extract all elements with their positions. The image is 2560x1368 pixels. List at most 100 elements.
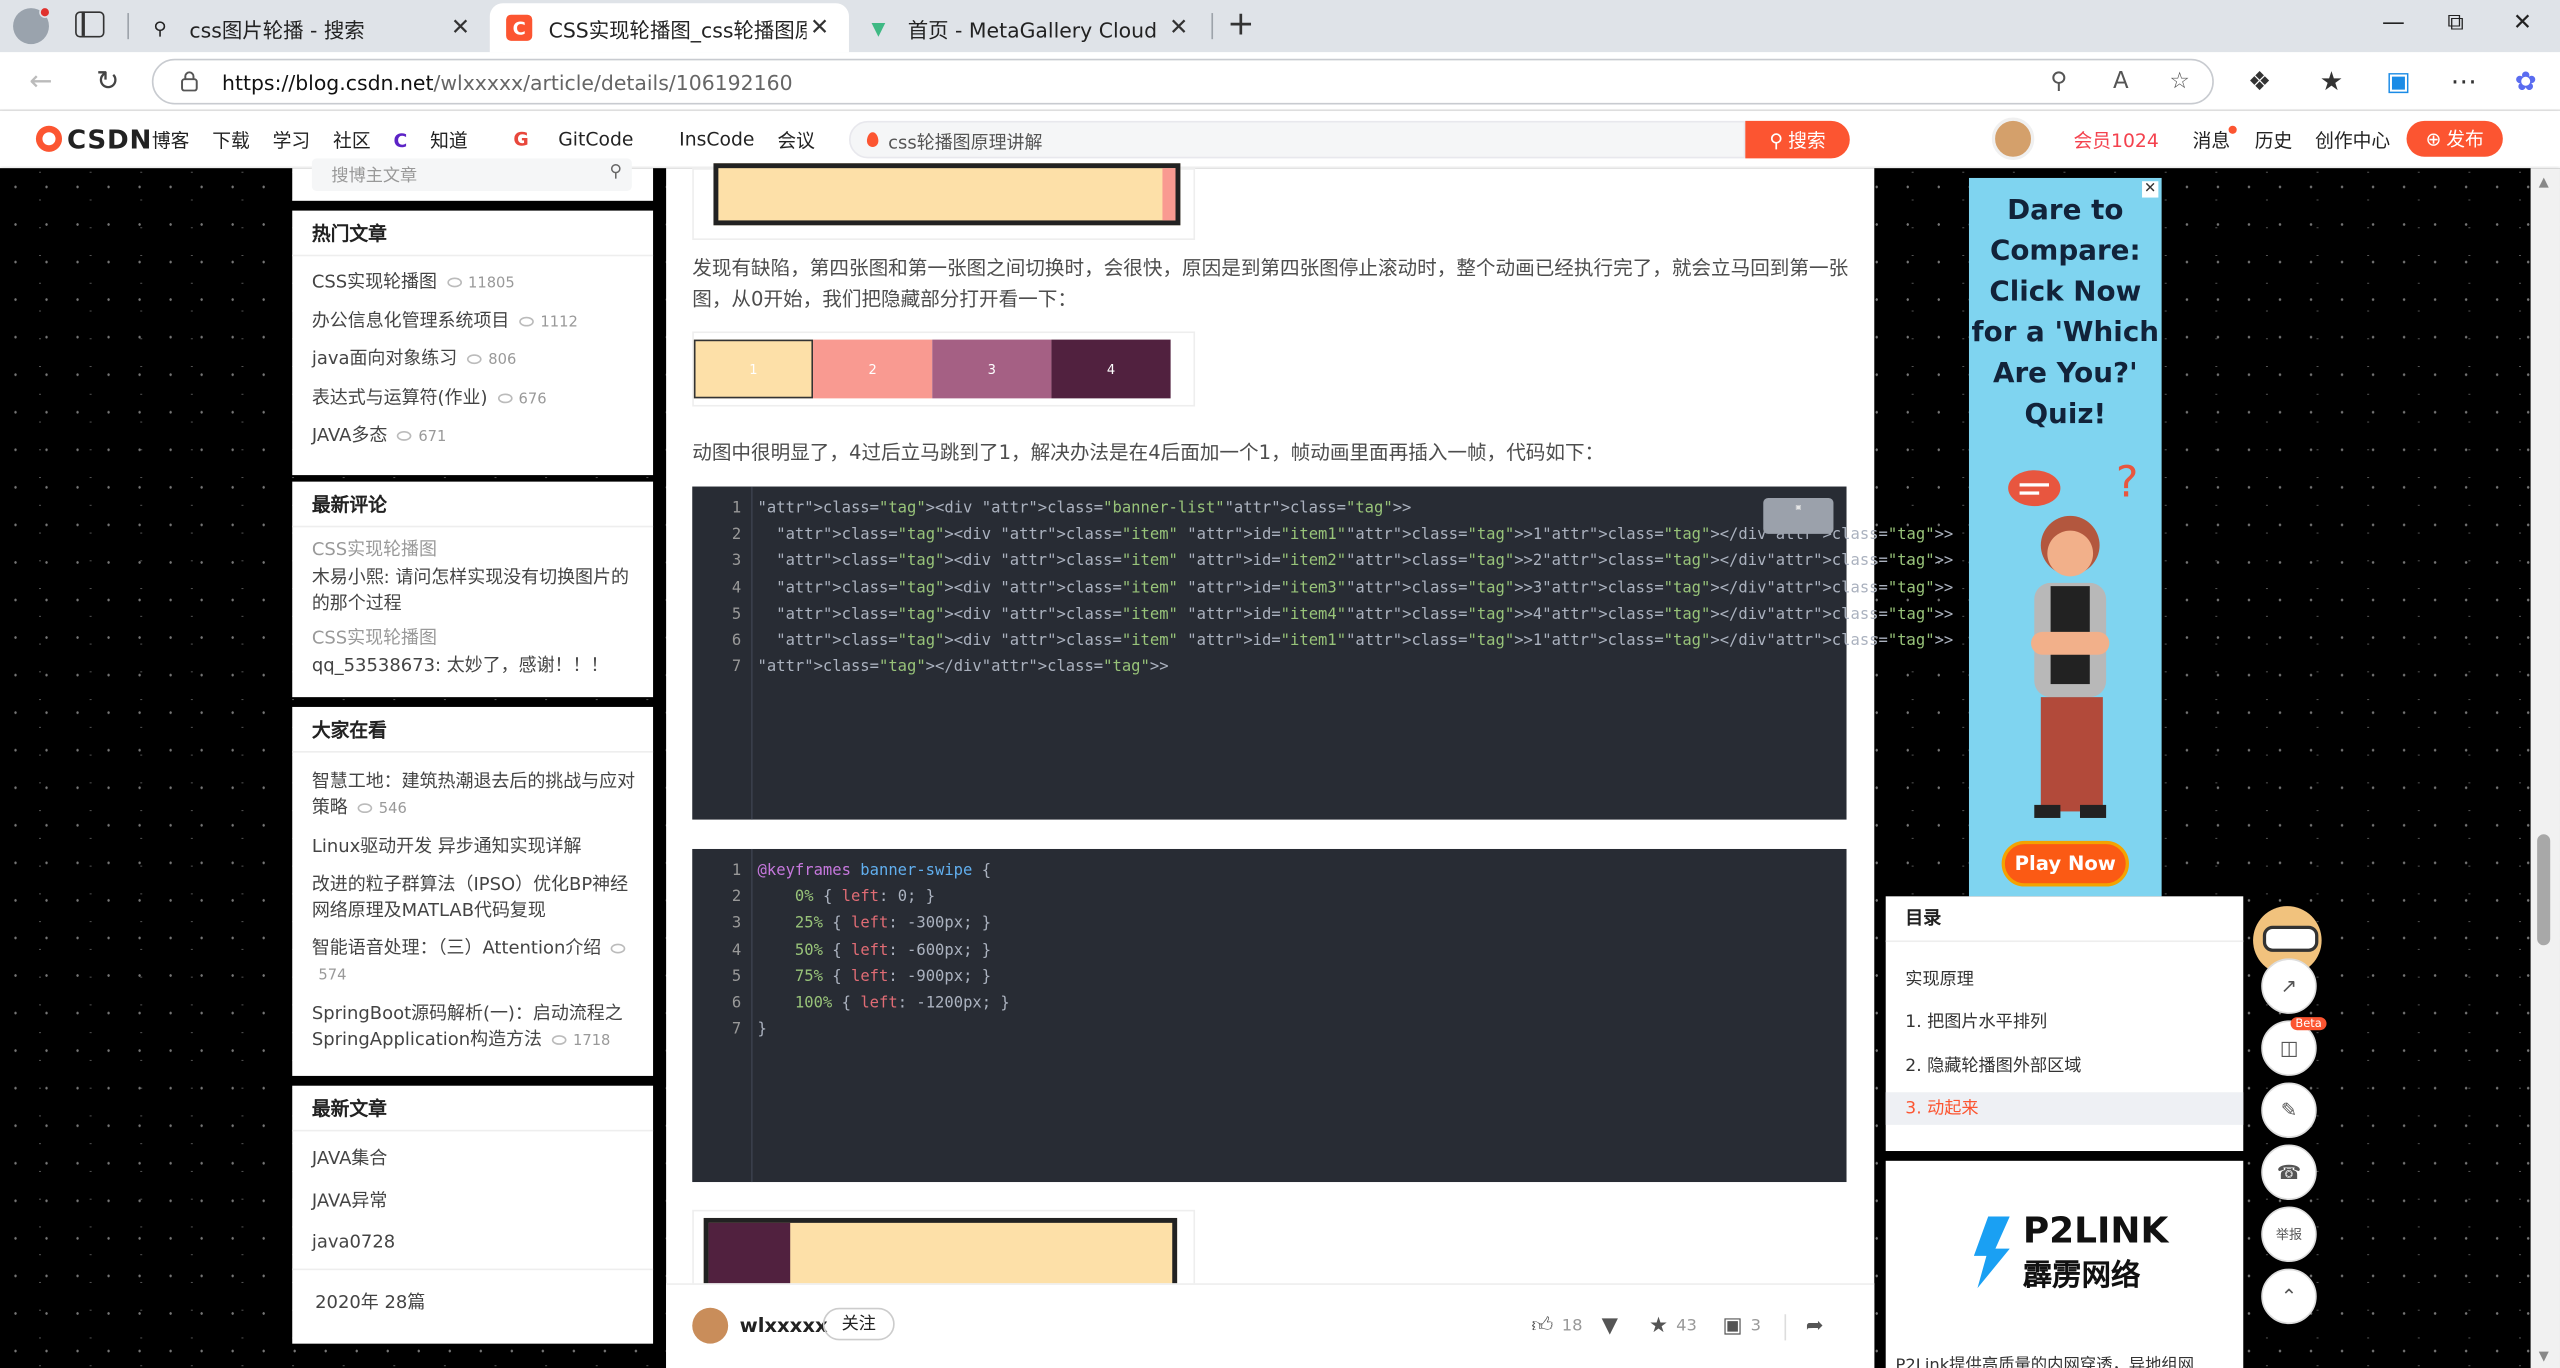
toc-item[interactable]: 1. 把图片水平排列 (1886, 1006, 2244, 1039)
nav-community[interactable]: 社区 (333, 127, 371, 153)
search-query: css轮播图原理讲解 (888, 132, 1043, 154)
tab-separator (127, 13, 129, 40)
scroll-thumb[interactable] (2537, 834, 2551, 946)
line-number: 4 (731, 941, 742, 960)
dislike-button[interactable]: ▼ (1602, 1314, 1626, 1338)
author-avatar[interactable] (692, 1307, 729, 1344)
collections-icon[interactable]: ▣ (2382, 65, 2415, 98)
trending-item[interactable]: 智能语音处理：（三）Attention介绍574 (312, 936, 639, 990)
profile-avatar-icon[interactable] (13, 6, 51, 45)
play-now-button[interactable]: Play Now (2001, 840, 2129, 887)
latest-article-item[interactable]: java0728 (312, 1229, 639, 1255)
more-menu-icon[interactable]: ⋯ (2447, 65, 2480, 98)
nav-download[interactable]: 下载 (212, 127, 250, 153)
svg-text:?: ? (2116, 458, 2139, 507)
restore-icon[interactable]: ⧉ (2439, 10, 2472, 39)
member-link[interactable]: 会员1024 (2073, 127, 2158, 153)
tab-csdn-article[interactable]: C CSS实现轮播图_css轮播图原理讲解 ✕ (489, 3, 849, 53)
toc-item-active[interactable]: 3. 动起来 (1885, 1092, 2244, 1125)
copy-code-button[interactable]: ▣ (1763, 497, 1834, 534)
read-aloud-icon[interactable]: A (2106, 67, 2135, 96)
latest-article-item[interactable]: JAVA异常 (312, 1189, 639, 1215)
close-window-icon[interactable]: ✕ (2506, 10, 2539, 39)
code-line: "attr">class="tag"><div "attr">class="it… (776, 552, 1954, 571)
views-icon (519, 316, 534, 327)
favorites-icon[interactable]: ★ (2315, 65, 2348, 98)
comment-article-link[interactable]: CSS实现轮播图 (312, 537, 639, 563)
trending-item[interactable]: SpringBoot源码解析(一)：启动流程之SpringApplication… (312, 1001, 639, 1055)
blog-search-panel: 搜博主文章 ⚲ (292, 158, 654, 201)
follow-button[interactable]: 关注 (822, 1307, 895, 1341)
blog-search-input[interactable]: 搜博主文章 ⚲ (311, 158, 632, 192)
csdn-logo[interactable]: CSDN (35, 123, 153, 155)
tab-actions-icon[interactable] (75, 11, 105, 38)
like-button[interactable]: 👍︎ 18 (1531, 1314, 1582, 1338)
favorite-star-icon[interactable]: ☆ (2165, 67, 2194, 96)
zoom-icon[interactable]: ⚲ (2044, 67, 2073, 96)
refresh-icon[interactable]: ↻ (91, 65, 124, 98)
author-name[interactable]: wlxxxxx (740, 1314, 828, 1337)
nav-zhidao[interactable]: C 知道 (393, 127, 490, 153)
copilot-icon[interactable]: ✿ (2509, 65, 2542, 98)
nav-inscode[interactable]: InsCode (679, 127, 754, 153)
hot-article-item[interactable]: JAVA多态 671 (312, 423, 639, 451)
hot-article-item[interactable]: 表达式与运算符(作业) 676 (312, 385, 639, 413)
trending-item[interactable]: 智慧工地：建筑热潮退去后的挑战与应对策略 546 (312, 769, 639, 823)
headset-support-icon[interactable]: ☎ (2261, 1144, 2317, 1200)
p2link-ad[interactable]: P2LINK 霹雳网络 P2Link提供高质量的内网穿透，异地组网 (1885, 1160, 2244, 1368)
new-tab-icon[interactable]: + (1224, 7, 1257, 41)
minimize-icon[interactable]: — (2377, 10, 2410, 39)
hot-article-item[interactable]: CSS实现轮播图 11805 (312, 269, 639, 297)
hot-article-item[interactable]: 办公信息化管理系统项目 1112 (312, 309, 639, 337)
user-avatar[interactable] (1991, 117, 2035, 160)
scroll-down-icon[interactable]: ▼ (2539, 1349, 2549, 1364)
ad-brand: P2LINK (2022, 1211, 2169, 1253)
comment-button[interactable]: ▣ 3 (1722, 1314, 1761, 1338)
tab-metagallery[interactable]: ▼ 首页 - MetaGallery Cloud ✕ (849, 3, 1208, 52)
collect-button[interactable]: ★ 43 (1649, 1314, 1697, 1338)
close-ad-icon[interactable]: ✕ (2142, 181, 2159, 198)
code-line: "attr">class="tag"><div "attr">class="ba… (757, 499, 1412, 518)
scroll-up-icon[interactable]: ▲ (2539, 175, 2549, 190)
trending-item[interactable]: 改进的粒子群算法（IPSO）优化BP神经网络原理及MATLAB代码复现 (312, 872, 639, 924)
page-scrollbar[interactable]: ▲ ▼ (2530, 168, 2560, 1368)
address-field[interactable]: https://blog.csdn.net/wlxxxxx/article/de… (151, 58, 2214, 105)
archive-link[interactable]: 2020年 28篇 (315, 1290, 642, 1316)
close-tab-icon[interactable]: ✕ (447, 15, 473, 41)
back-to-top-icon[interactable]: ⌃ (2261, 1268, 2317, 1325)
search-icon[interactable]: ⚲ (609, 162, 622, 182)
nav-meeting[interactable]: 会议 (777, 127, 815, 153)
toc-item[interactable]: 2. 隐藏轮播图外部区域 (1886, 1050, 2244, 1083)
toc-item[interactable]: 实现原理 (1886, 963, 2244, 996)
logo-text: CSDN (66, 123, 153, 155)
demo-frame (703, 1217, 1178, 1294)
tab-strip: ⚲ css图片轮播 - 搜索 ✕ C CSS实现轮播图_css轮播图原理讲解 ✕… (0, 0, 2560, 53)
demo-block-row: 1234 (693, 339, 1171, 399)
line-number: 5 (731, 967, 742, 986)
nav-blog[interactable]: 博客 (152, 127, 190, 153)
report-button[interactable]: 举报 (2261, 1206, 2317, 1263)
hot-article-item[interactable]: java面向对象练习 806 (312, 346, 639, 374)
creator-center-link[interactable]: 创作中心 (2315, 127, 2390, 153)
views-icon (446, 277, 462, 288)
tab-search[interactable]: ⚲ css图片轮播 - 搜索 ✕ (131, 3, 490, 52)
close-tab-icon[interactable]: ✕ (1166, 15, 1192, 41)
publish-button[interactable]: ⊕ 发布 (2406, 120, 2503, 157)
nav-learn[interactable]: 学习 (273, 127, 311, 153)
trend-chart-icon[interactable]: ↗ (2261, 958, 2317, 1014)
nav-gitcode[interactable]: G GitCode (513, 127, 656, 153)
site-search-input[interactable]: css轮播图原理讲解 (848, 120, 1746, 159)
extensions-icon[interactable]: ❖ (2243, 65, 2276, 98)
close-tab-icon[interactable]: ✕ (807, 15, 833, 41)
comment-article-link[interactable]: CSS实现轮播图 (312, 625, 639, 651)
back-icon[interactable]: ← (24, 65, 57, 98)
trending-item[interactable]: Linux驱动开发 异步通知实现详解 (312, 834, 639, 860)
edit-note-icon[interactable]: ✎ (2261, 1082, 2317, 1138)
ai-assistant-icon[interactable]: ◫ Beta (2261, 1017, 2327, 1076)
share-button[interactable]: ➦ (1806, 1314, 1832, 1338)
history-link[interactable]: 历史 (2255, 127, 2293, 153)
messages-link[interactable]: 消息 (2193, 125, 2237, 153)
latest-article-item[interactable]: JAVA集合 (312, 1146, 639, 1172)
search-button[interactable]: ⚲ 搜索 (1745, 120, 1850, 159)
quiz-ad[interactable]: Dare to Compare: Click Now for a 'Which … (1968, 177, 2162, 897)
